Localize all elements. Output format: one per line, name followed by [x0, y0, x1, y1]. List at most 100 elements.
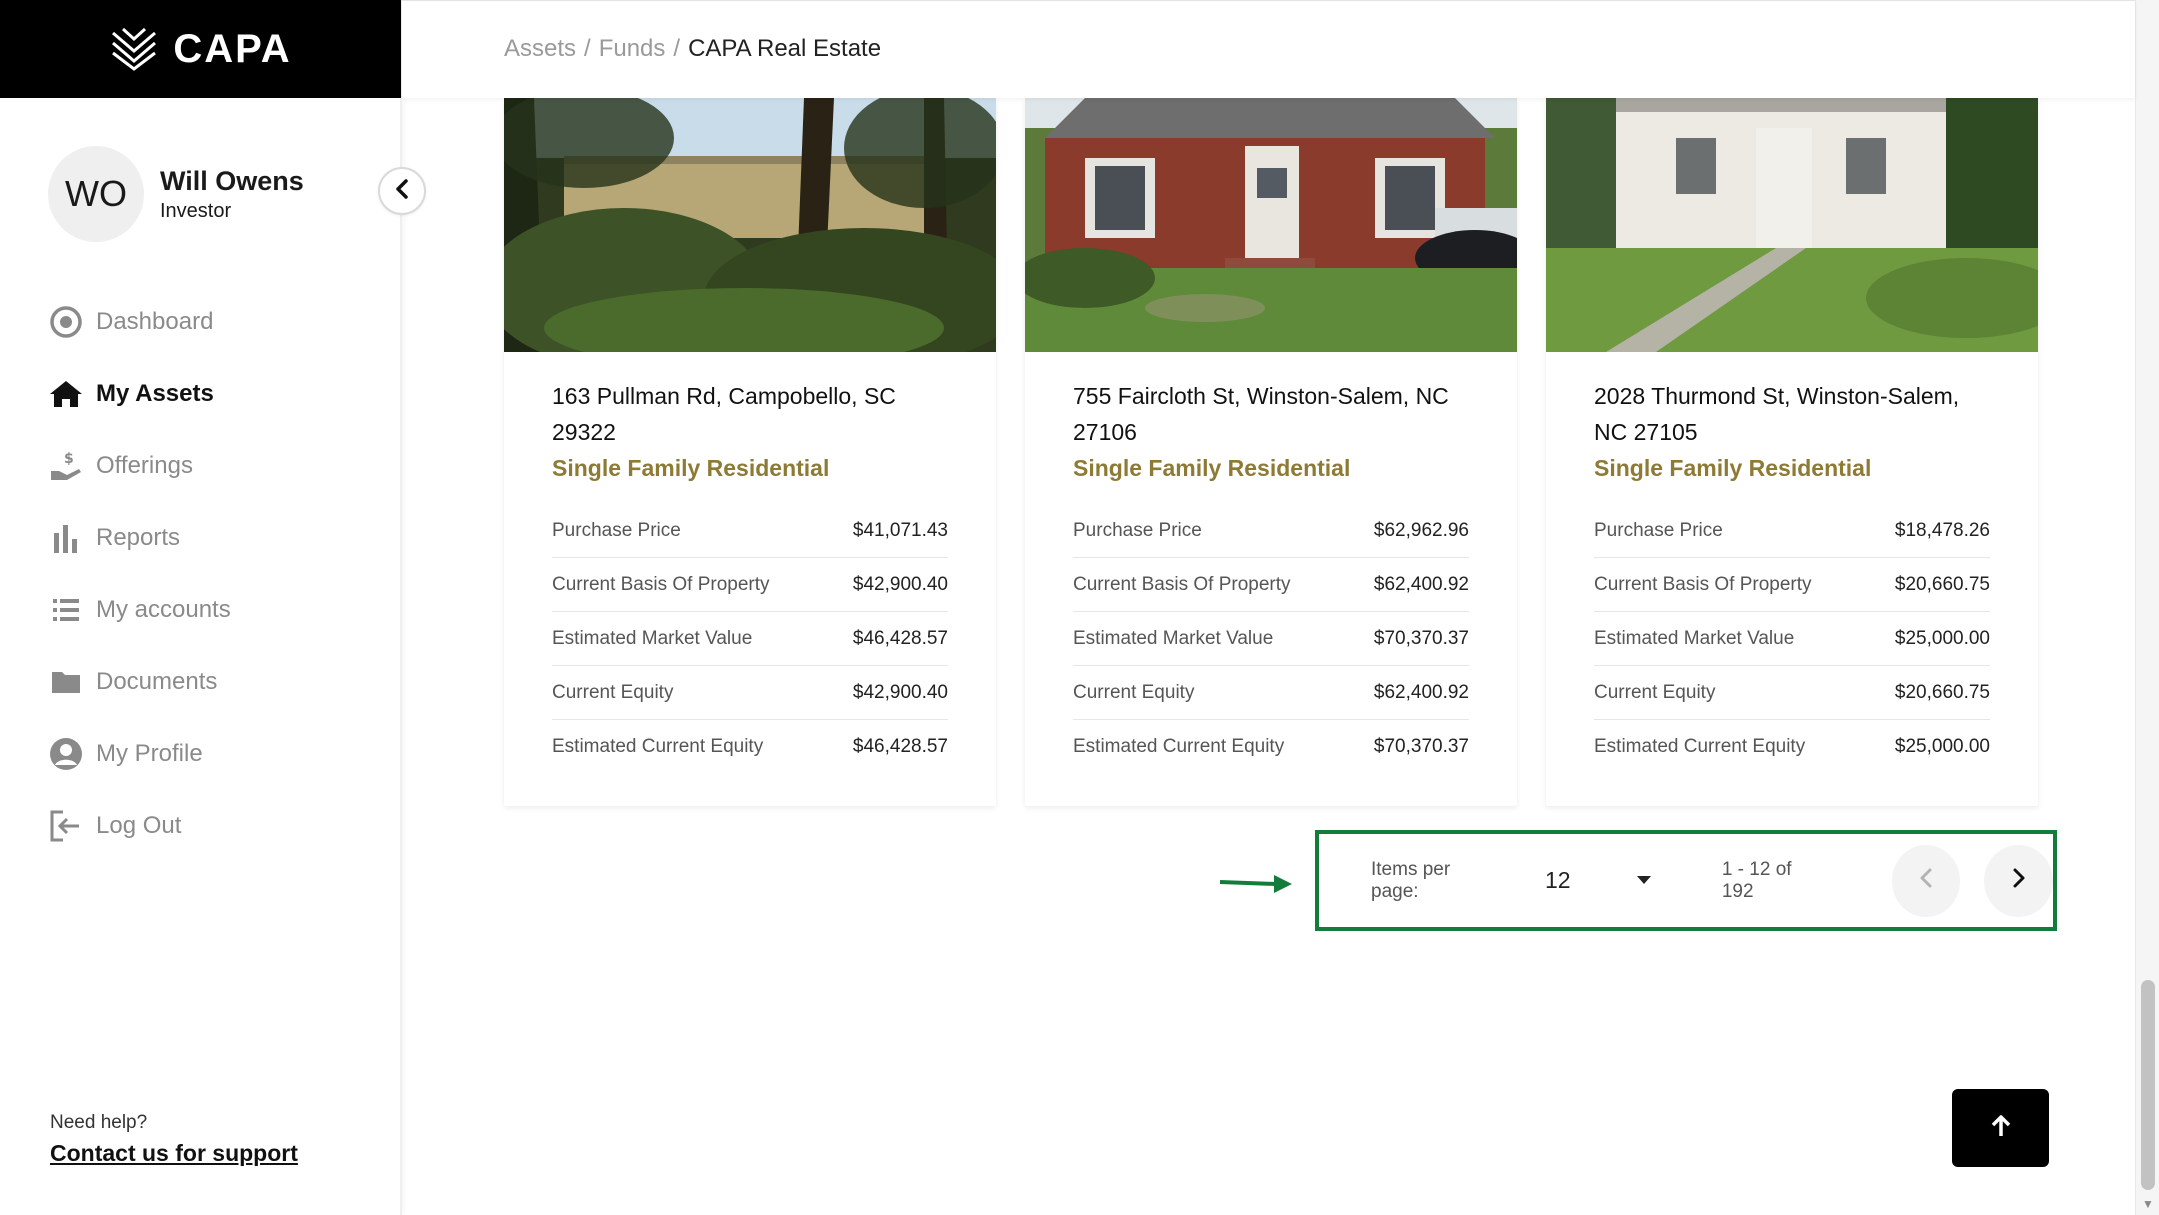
sidebar-item-my-accounts[interactable]: My accounts [48, 592, 231, 628]
metric-row: Purchase Price $18,478.26 [1594, 504, 1990, 558]
sidebar-item-label: Log Out [96, 812, 182, 839]
property-type: Single Family Residential [1594, 455, 1872, 481]
metric-row: Current Basis Of Property $62,400.92 [1073, 558, 1469, 612]
metric-value: $42,900.40 [852, 573, 948, 595]
contact-support-link[interactable]: Contact us for support [50, 1140, 298, 1167]
breadcrumb-funds[interactable]: Funds [599, 35, 666, 62]
metric-row: Current Basis Of Property $20,660.75 [1594, 558, 1990, 612]
list-icon [48, 592, 84, 628]
page-range-label: 1 - 12 of 192 [1721, 858, 1792, 902]
metric-label: Estimated Current Equity [1594, 736, 1806, 757]
brand-header[interactable]: CAPA [0, 0, 401, 98]
property-address: 2028 Thurmond St, Winston-Salem, NC 2710… [1594, 383, 1960, 445]
property-type: Single Family Residential [1073, 455, 1351, 481]
chevron-left-icon [394, 178, 410, 205]
sidebar-item-label: Documents [96, 668, 218, 695]
sidebar-item-dashboard[interactable]: Dashboard [48, 304, 231, 340]
logout-icon [48, 808, 84, 844]
metric-label: Purchase Price [1073, 519, 1202, 541]
help-section: Need help? Contact us for support [50, 1112, 298, 1167]
property-photo [1546, 98, 2038, 352]
caret-down-icon [1636, 872, 1652, 890]
metric-value: $62,962.96 [1373, 519, 1469, 541]
metric-value: $62,400.92 [1373, 681, 1469, 703]
metric-value: $41,071.43 [852, 519, 948, 541]
breadcrumb-separator: / [673, 35, 681, 62]
property-address: 755 Faircloth St, Winston-Salem, NC 2710… [1073, 383, 1449, 445]
paginator: Items per page: 12 1 - 12 of 192 [1315, 830, 2057, 931]
metric-label: Current Equity [1073, 681, 1195, 703]
dashboard-icon [48, 304, 84, 340]
metric-label: Purchase Price [552, 519, 681, 541]
user-name: Will Owens [160, 165, 304, 196]
sidebar-item-offerings[interactable]: $ Offerings [48, 448, 231, 484]
top-bar: Assets / Funds / CAPA Real Estate [402, 0, 2135, 98]
breadcrumb: Assets / Funds / CAPA Real Estate [504, 35, 881, 63]
metric-value: $20,660.75 [1894, 573, 1990, 595]
sidebar-item-reports[interactable]: Reports [48, 520, 231, 556]
metric-row: Current Equity $20,660.75 [1594, 666, 1990, 720]
sidebar-nav: Dashboard My Assets $ Offerings Reports [48, 304, 231, 880]
avatar: WO [48, 146, 144, 242]
hand-dollar-icon: $ [48, 448, 84, 484]
app-root: CAPA WO Will Owens Investor Dashboard My… [0, 0, 2159, 1215]
sidebar-item-my-assets[interactable]: My Assets [48, 376, 231, 412]
breadcrumb-current: CAPA Real Estate [688, 35, 882, 62]
metric-label: Current Equity [1594, 681, 1716, 703]
scrollbar-thumb[interactable] [2141, 980, 2155, 1190]
collapse-sidebar-button[interactable] [378, 167, 426, 215]
property-type: Single Family Residential [552, 455, 830, 481]
metric-row: Purchase Price $62,962.96 [1073, 504, 1469, 558]
metric-label: Current Basis Of Property [552, 573, 770, 595]
user-role: Investor [160, 199, 232, 222]
chevron-right-icon [2012, 867, 2026, 894]
sidebar-item-label: My Profile [96, 740, 203, 767]
breadcrumb-separator: / [584, 35, 591, 62]
items-per-page-select[interactable]: 12 [1545, 867, 1652, 894]
metric-row: Estimated Market Value $25,000.00 [1594, 612, 1990, 666]
user-circle-icon [48, 736, 84, 772]
brand-name: CAPA [173, 26, 292, 71]
next-page-button[interactable] [1984, 844, 2053, 917]
metric-label: Estimated Market Value [552, 627, 753, 649]
sidebar: CAPA WO Will Owens Investor Dashboard My… [0, 0, 402, 1215]
sidebar-item-documents[interactable]: Documents [48, 664, 231, 700]
asset-card[interactable]: 755 Faircloth St, Winston-Salem, NC 2710… [1025, 98, 1517, 806]
sidebar-item-label: Dashboard [96, 308, 214, 335]
page-scrollbar[interactable]: ▼ [2135, 0, 2159, 1215]
metric-value: $18,478.26 [1894, 519, 1990, 541]
metric-label: Current Basis Of Property [1073, 573, 1291, 595]
sidebar-item-label: My accounts [96, 596, 231, 623]
svg-text:$: $ [64, 451, 74, 467]
sidebar-item-label: Reports [96, 524, 181, 551]
breadcrumb-assets[interactable]: Assets [504, 35, 576, 62]
property-photo [1025, 98, 1517, 352]
metric-row: Estimated Current Equity $70,370.37 [1073, 720, 1469, 774]
sidebar-item-log-out[interactable]: Log Out [48, 808, 231, 844]
annotation-arrow-icon [1218, 872, 1294, 901]
metric-label: Estimated Market Value [1594, 627, 1795, 649]
metric-label: Current Equity [552, 681, 674, 703]
metric-value: $70,370.37 [1373, 736, 1469, 757]
metric-label: Estimated Current Equity [1073, 736, 1285, 757]
asset-card[interactable]: 163 Pullman Rd, Campobello, SC 29322 Sin… [504, 98, 996, 806]
previous-page-button[interactable] [1891, 844, 1961, 917]
arrow-up-icon [1990, 1114, 2012, 1143]
scroll-down-arrow-icon[interactable]: ▼ [2142, 1197, 2154, 1211]
help-question: Need help? [50, 1112, 148, 1133]
sidebar-item-my-profile[interactable]: My Profile [48, 736, 231, 772]
metric-value: $46,428.57 [852, 736, 948, 757]
back-to-top-button[interactable] [1952, 1089, 2049, 1167]
metric-row: Estimated Current Equity $25,000.00 [1594, 720, 1990, 774]
metric-row: Estimated Current Equity $46,428.57 [552, 720, 948, 774]
metric-label: Estimated Market Value [1073, 627, 1274, 649]
sidebar-item-label: Offerings [96, 452, 193, 479]
items-per-page-value: 12 [1544, 867, 1571, 893]
metric-value: $42,900.40 [852, 681, 948, 703]
chevron-left-icon [1919, 867, 1933, 894]
metric-value: $25,000.00 [1894, 627, 1990, 649]
user-profile: WO Will Owens Investor [48, 146, 304, 242]
metric-value: $20,660.75 [1894, 681, 1990, 703]
asset-card[interactable]: 2028 Thurmond St, Winston-Salem, NC 2710… [1546, 98, 2038, 806]
metric-row: Current Equity $62,400.92 [1073, 666, 1469, 720]
